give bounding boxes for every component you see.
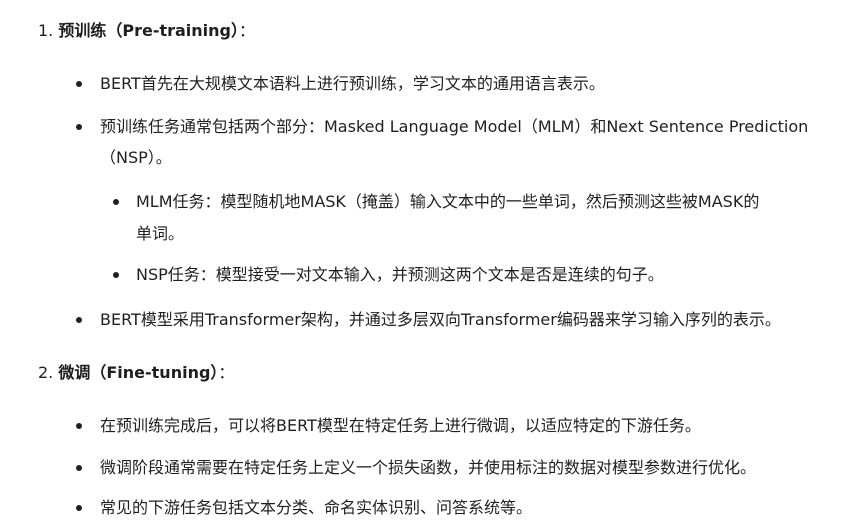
section-number: 1.	[38, 21, 54, 40]
list-item-text: 微调阶段通常需要在特定任务上定义一个损失函数，并使用标注的数据对模型参数进行优化…	[100, 458, 757, 477]
section-heading-finetuning: 2. 微调（Fine-tuning）：	[38, 360, 234, 386]
section-suffix: ：	[239, 21, 256, 40]
nested-list-item-text: MLM任务：模型随机地MASK（掩盖）输入文本中的一些单词，然后预测这些被MAS…	[136, 192, 760, 211]
bullet-dot	[76, 465, 82, 471]
bullet-dot	[76, 505, 82, 511]
bullet-dot	[76, 81, 82, 87]
section-title: 预训练（Pre-training）	[58, 21, 240, 40]
list-item-text: BERT首先在大规模文本语料上进行预训练，学习文本的通用语言表示。	[100, 74, 605, 93]
document-body: 1. 预训练（Pre-training）： BERT首先在大规模文本语料上进行预…	[0, 0, 858, 527]
list-item-text: BERT模型采用Transformer架构，并通过多层双向Transformer…	[100, 310, 781, 329]
section-title: 微调（Fine-tuning）	[58, 363, 219, 382]
bullet-dot	[76, 423, 82, 429]
section-heading-pretraining: 1. 预训练（Pre-training）：	[38, 18, 255, 44]
section-suffix: ：	[218, 363, 235, 382]
nested-list-item-text-continued: 单词。	[136, 224, 185, 243]
list-item-text: 预训练任务通常包括两个部分：Masked Language Model（MLM）…	[100, 117, 809, 136]
list-item-text: 常见的下游任务包括文本分类、命名实体识别、问答系统等。	[100, 498, 533, 517]
bullet-dot	[76, 317, 82, 323]
bullet-dot	[76, 124, 82, 130]
list-item-text-continued: （NSP）。	[100, 148, 172, 167]
list-item-text: 在预训练完成后，可以将BERT模型在特定任务上进行微调，以适应特定的下游任务。	[100, 416, 701, 435]
nested-bullet-dot	[113, 199, 119, 205]
nested-list-item-text: NSP任务：模型接受一对文本输入，并预测这两个文本是否是连续的句子。	[136, 265, 664, 284]
nested-bullet-dot	[113, 272, 119, 278]
section-number: 2.	[38, 363, 54, 382]
